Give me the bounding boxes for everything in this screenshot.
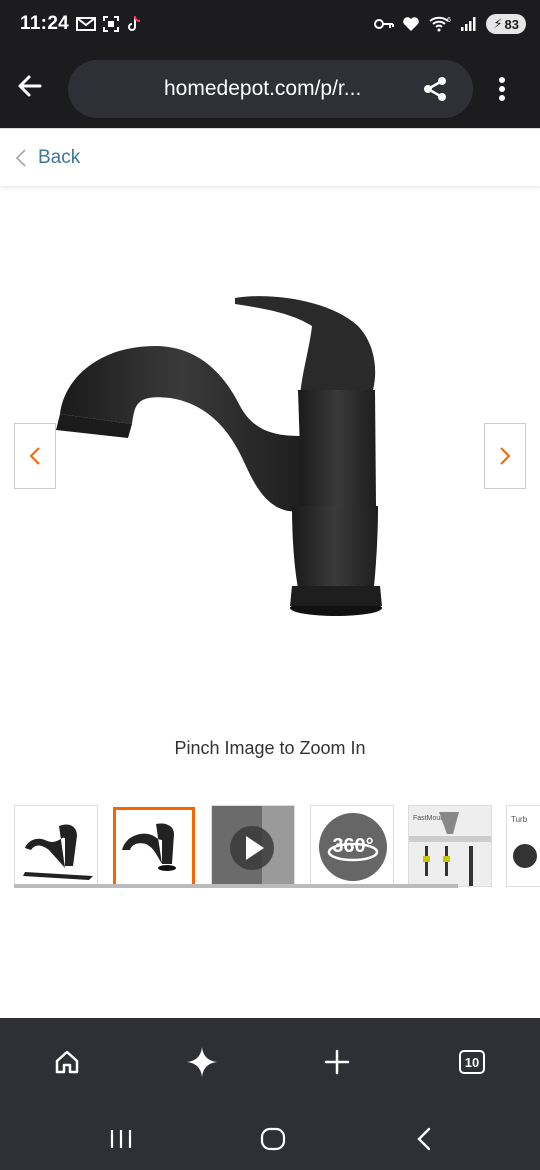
thumbnail-image: [212, 806, 294, 886]
url-text: homedepot.com/p/r...: [164, 77, 362, 100]
thumbnail-image: 360°: [319, 813, 387, 881]
thumbnail-faucet-angle-view[interactable]: [14, 805, 98, 887]
ai-assistant-button[interactable]: [184, 1044, 220, 1080]
page-header: Back: [0, 128, 540, 186]
back-label: Back: [38, 147, 81, 168]
status-bar: 11:24 6 ⚡ 83: [0, 0, 540, 52]
battery-indicator: ⚡ 83: [486, 14, 526, 34]
thumbnail-fastmount-install[interactable]: FastMount: [408, 805, 492, 887]
chevron-left-icon: [16, 149, 26, 167]
tab-count: 10: [459, 1050, 485, 1074]
home-icon: [55, 1050, 79, 1074]
sparkle-icon: [187, 1047, 217, 1077]
browser-top-bar: homedepot.com/p/r...: [0, 52, 540, 128]
thumbnail-image: Turb: [511, 815, 537, 868]
next-image-button[interactable]: [484, 423, 526, 489]
url-field[interactable]: homedepot.com/p/r...: [68, 60, 473, 118]
home-nav-button[interactable]: [258, 1124, 288, 1154]
status-time: 11:24: [20, 13, 70, 34]
system-icons: 6 ⚡ 83: [374, 14, 526, 34]
zoom-hint: Pinch Image to Zoom In: [174, 738, 366, 758]
share-icon: [424, 77, 446, 101]
key-icon: [374, 19, 395, 29]
charging-icon: ⚡: [493, 16, 503, 31]
recent-apps-button[interactable]: [107, 1124, 137, 1154]
tiktok-icon: [128, 15, 141, 31]
browser-back-button[interactable]: [16, 72, 52, 108]
thumbnail-product-video[interactable]: [211, 805, 295, 887]
screenshot-icon: [103, 16, 119, 32]
tab-switcher-button[interactable]: 10: [454, 1044, 490, 1080]
chevron-right-icon: [500, 447, 511, 465]
system-navigation-bar: [0, 1106, 540, 1170]
share-button[interactable]: [421, 75, 451, 105]
thumbnail-strip[interactable]: 360° FastMount Turb: [14, 805, 540, 889]
svg-text:Turb: Turb: [511, 815, 528, 824]
signal-icon: [461, 17, 476, 31]
notification-icons: [76, 15, 142, 33]
more-vert-icon: [499, 77, 505, 101]
chevron-left-icon: [29, 447, 40, 465]
product-image[interactable]: [40, 286, 400, 626]
back-nav-button[interactable]: [410, 1124, 440, 1154]
thumbnail-image: [122, 823, 176, 871]
browser-bottom-toolbar: 10: [0, 1018, 540, 1106]
home-circle-icon: [260, 1127, 286, 1151]
back-link[interactable]: Back: [16, 147, 80, 169]
arrow-left-icon: [18, 75, 42, 97]
product-image-viewer[interactable]: [0, 186, 540, 726]
gmail-icon: [76, 17, 96, 31]
thumbnail-faucet-side-view[interactable]: [113, 807, 195, 887]
overflow-menu-button[interactable]: [492, 76, 522, 106]
thumbnail-image: [23, 824, 93, 880]
battery-level: 83: [504, 16, 519, 32]
recents-icon: [110, 1130, 132, 1148]
back-chevron-icon: [417, 1127, 431, 1151]
heart-icon: [403, 17, 420, 31]
thumbnail-360-view[interactable]: 360°: [310, 805, 394, 887]
wifi-icon: 6: [429, 16, 451, 32]
new-tab-button[interactable]: [319, 1044, 355, 1080]
previous-image-button[interactable]: [14, 423, 56, 489]
thumbnail-image: FastMount: [409, 806, 491, 886]
360-icon: 360°: [332, 835, 373, 857]
home-button[interactable]: [49, 1044, 85, 1080]
thumbnail-scrollbar[interactable]: [14, 884, 458, 888]
svg-text:6: 6: [447, 17, 451, 24]
thumbnail-turbo-spray[interactable]: Turb: [506, 805, 540, 887]
plus-icon: [324, 1049, 350, 1075]
